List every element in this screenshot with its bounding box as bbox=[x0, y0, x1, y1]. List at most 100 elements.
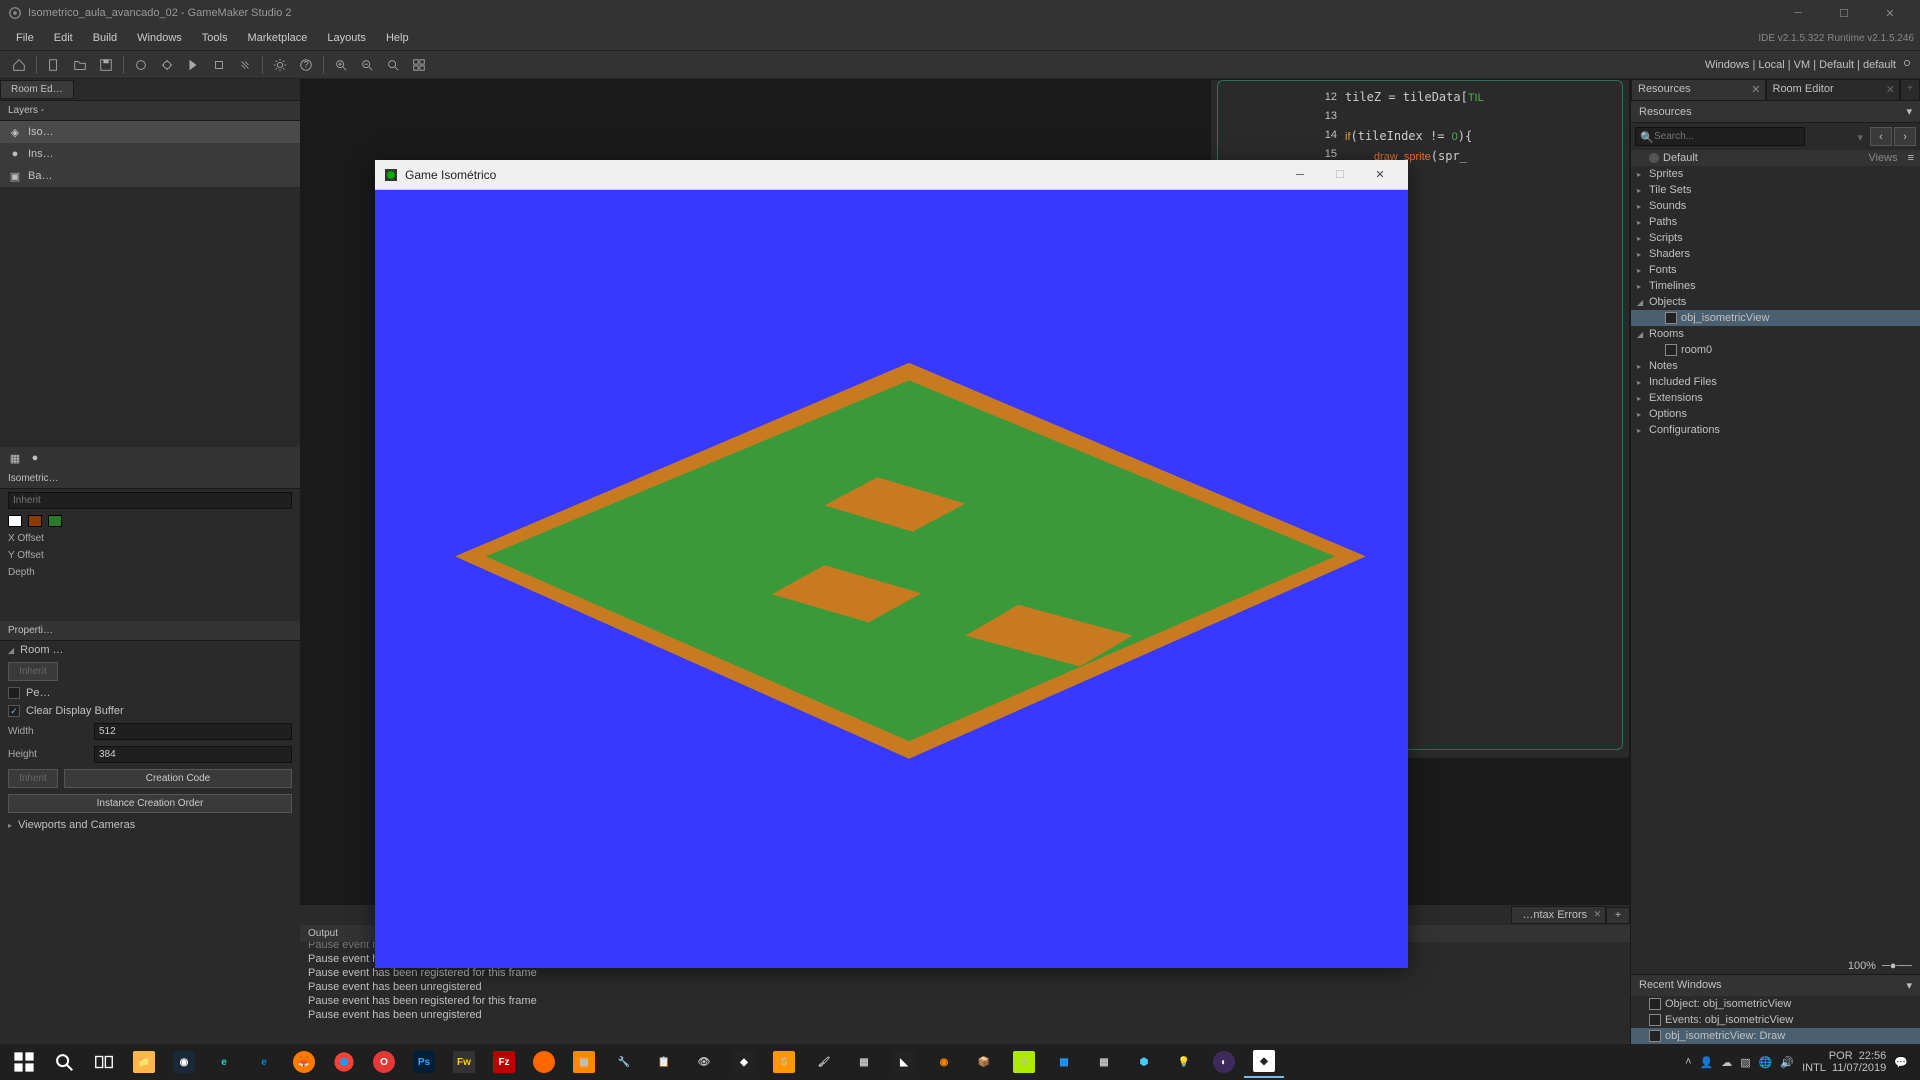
menu-build[interactable]: Build bbox=[83, 28, 127, 48]
tree-leaf[interactable]: room0 bbox=[1631, 342, 1920, 358]
tree-node[interactable]: ▸Shaders bbox=[1631, 246, 1920, 262]
width-input[interactable] bbox=[94, 723, 292, 740]
tab-syntax-errors[interactable]: …ntax Errors✕ bbox=[1511, 906, 1606, 924]
tree-node[interactable]: ▸Tile Sets bbox=[1631, 182, 1920, 198]
recent-item[interactable]: Events: obj_isometricView bbox=[1631, 1012, 1920, 1028]
game-close-button[interactable]: ✕ bbox=[1360, 161, 1400, 189]
menu-help[interactable]: Help bbox=[376, 28, 419, 48]
people-icon[interactable]: 👤 bbox=[1700, 1056, 1714, 1069]
menu-tools[interactable]: Tools bbox=[192, 28, 238, 48]
docking-button[interactable] bbox=[407, 54, 431, 76]
home-button[interactable] bbox=[7, 54, 31, 76]
taskview-button[interactable] bbox=[84, 1046, 124, 1078]
network-icon[interactable]: 🌐 bbox=[1759, 1056, 1773, 1069]
tree-node[interactable]: ▸Timelines bbox=[1631, 278, 1920, 294]
tray-icon[interactable]: ▧ bbox=[1740, 1056, 1750, 1069]
persistent-checkbox[interactable] bbox=[8, 687, 20, 699]
search-button[interactable] bbox=[44, 1046, 84, 1078]
firefox-icon[interactable]: 🦊 bbox=[284, 1046, 324, 1078]
clock[interactable]: POR 22:56 INTL 11/07/2019 bbox=[1802, 1050, 1886, 1074]
app-icon[interactable]: ⬢ bbox=[1124, 1046, 1164, 1078]
tree-node[interactable]: ▸Fonts bbox=[1631, 262, 1920, 278]
app-icon[interactable]: ▦ bbox=[844, 1046, 884, 1078]
save-button[interactable] bbox=[94, 54, 118, 76]
onedrive-icon[interactable]: ☁ bbox=[1721, 1056, 1732, 1069]
unity-icon[interactable]: ◣ bbox=[884, 1046, 924, 1078]
game-maximize-button[interactable]: ☐ bbox=[1320, 161, 1360, 189]
sublime-icon[interactable]: S bbox=[764, 1046, 804, 1078]
zoom-out-button[interactable] bbox=[355, 54, 379, 76]
app-icon[interactable]: 🖌 bbox=[804, 1046, 844, 1078]
color-swatch[interactable] bbox=[48, 515, 62, 527]
app-icon[interactable]: λ bbox=[1004, 1046, 1044, 1078]
start-button[interactable] bbox=[4, 1046, 44, 1078]
layer-add-icon[interactable]: ▦ bbox=[8, 451, 22, 465]
app-icon[interactable]: ▦ bbox=[1044, 1046, 1084, 1078]
stop-button[interactable] bbox=[207, 54, 231, 76]
tab-room-editor[interactable]: Room Ed… bbox=[0, 80, 74, 99]
color-swatch[interactable] bbox=[28, 515, 42, 527]
tree-node[interactable]: ▸Sprites bbox=[1631, 166, 1920, 182]
tab-resources[interactable]: Resources✕ bbox=[1631, 79, 1766, 101]
creation-code-button[interactable]: Creation Code bbox=[64, 769, 292, 788]
settings-button[interactable] bbox=[268, 54, 292, 76]
game-titlebar[interactable]: Game Isométrico ─ ☐ ✕ bbox=[375, 160, 1408, 190]
explorer-icon[interactable]: 📁 bbox=[124, 1046, 164, 1078]
tree-node[interactable]: ◢Objects bbox=[1631, 294, 1920, 310]
tab-room-editor-right[interactable]: Room Editor✕ bbox=[1766, 79, 1901, 101]
menu-layouts[interactable]: Layouts bbox=[317, 28, 376, 48]
open-button[interactable] bbox=[68, 54, 92, 76]
color-swatch[interactable] bbox=[8, 515, 22, 527]
edge-icon[interactable]: e bbox=[244, 1046, 284, 1078]
tree-node[interactable]: ▸Included Files bbox=[1631, 374, 1920, 390]
inherit-button-2[interactable]: Inherit bbox=[8, 769, 58, 788]
clean-button[interactable] bbox=[233, 54, 257, 76]
window-maximize-button[interactable]: ☐ bbox=[1822, 1, 1866, 25]
target-label[interactable]: Windows | Local | VM | Default | default bbox=[1705, 59, 1896, 71]
zoom-in-button[interactable] bbox=[329, 54, 353, 76]
zoom-reset-button[interactable] bbox=[381, 54, 405, 76]
photoshop-icon[interactable]: Ps bbox=[404, 1046, 444, 1078]
layer-row[interactable]: ●Ins… bbox=[0, 143, 300, 165]
recent-item[interactable]: obj_isometricView: Draw bbox=[1631, 1028, 1920, 1044]
tray-chevron-icon[interactable]: ˄ bbox=[1685, 1056, 1691, 1068]
game-minimize-button[interactable]: ─ bbox=[1280, 161, 1320, 189]
fireworks-icon[interactable]: Fw bbox=[444, 1046, 484, 1078]
new-button[interactable] bbox=[42, 54, 66, 76]
debug-button[interactable] bbox=[129, 54, 153, 76]
target-settings-icon[interactable] bbox=[1900, 56, 1914, 73]
menu-file[interactable]: File bbox=[6, 28, 44, 48]
tree-node[interactable]: ▸Notes bbox=[1631, 358, 1920, 374]
add-tab-button[interactable]: + bbox=[1900, 79, 1920, 101]
search-prev-button[interactable]: ‹ bbox=[1870, 127, 1892, 146]
app-icon[interactable]: ▦ bbox=[1084, 1046, 1124, 1078]
app-icon[interactable]: ▦ bbox=[564, 1046, 604, 1078]
app-icon[interactable]: 👁 bbox=[684, 1046, 724, 1078]
tree-node[interactable]: ▸Extensions bbox=[1631, 390, 1920, 406]
app-icon[interactable]: 📦 bbox=[964, 1046, 1004, 1078]
room-settings-label[interactable]: Room … bbox=[20, 644, 63, 656]
instance-order-button[interactable]: Instance Creation Order bbox=[8, 794, 292, 813]
window-close-button[interactable]: ✕ bbox=[1868, 1, 1912, 25]
close-icon[interactable]: ✕ bbox=[1594, 909, 1602, 920]
tree-leaf[interactable]: obj_isometricView bbox=[1631, 310, 1920, 326]
default-view-row[interactable]: Default Views ≡ bbox=[1631, 150, 1920, 166]
search-input[interactable] bbox=[1635, 127, 1805, 146]
chrome-icon[interactable] bbox=[324, 1046, 364, 1078]
tree-node[interactable]: ◢Rooms bbox=[1631, 326, 1920, 342]
height-input[interactable] bbox=[94, 746, 292, 763]
tree-node[interactable]: ▸Paths bbox=[1631, 214, 1920, 230]
filezilla-icon[interactable]: Fz bbox=[484, 1046, 524, 1078]
layer-row[interactable]: ▣Ba… bbox=[0, 165, 300, 187]
ie-icon[interactable]: e bbox=[204, 1046, 244, 1078]
tree-node[interactable]: ▸Options bbox=[1631, 406, 1920, 422]
opera-icon[interactable]: O bbox=[364, 1046, 404, 1078]
clear-display-checkbox[interactable] bbox=[8, 705, 20, 717]
menu-edit[interactable]: Edit bbox=[44, 28, 83, 48]
help-button[interactable]: ? bbox=[294, 54, 318, 76]
tree-node[interactable]: ▸Sounds bbox=[1631, 198, 1920, 214]
build-button[interactable] bbox=[155, 54, 179, 76]
inherit-button[interactable]: Inherit bbox=[8, 662, 58, 681]
app-icon[interactable]: 📋 bbox=[644, 1046, 684, 1078]
layer-row[interactable]: ◈Iso… bbox=[0, 121, 300, 143]
